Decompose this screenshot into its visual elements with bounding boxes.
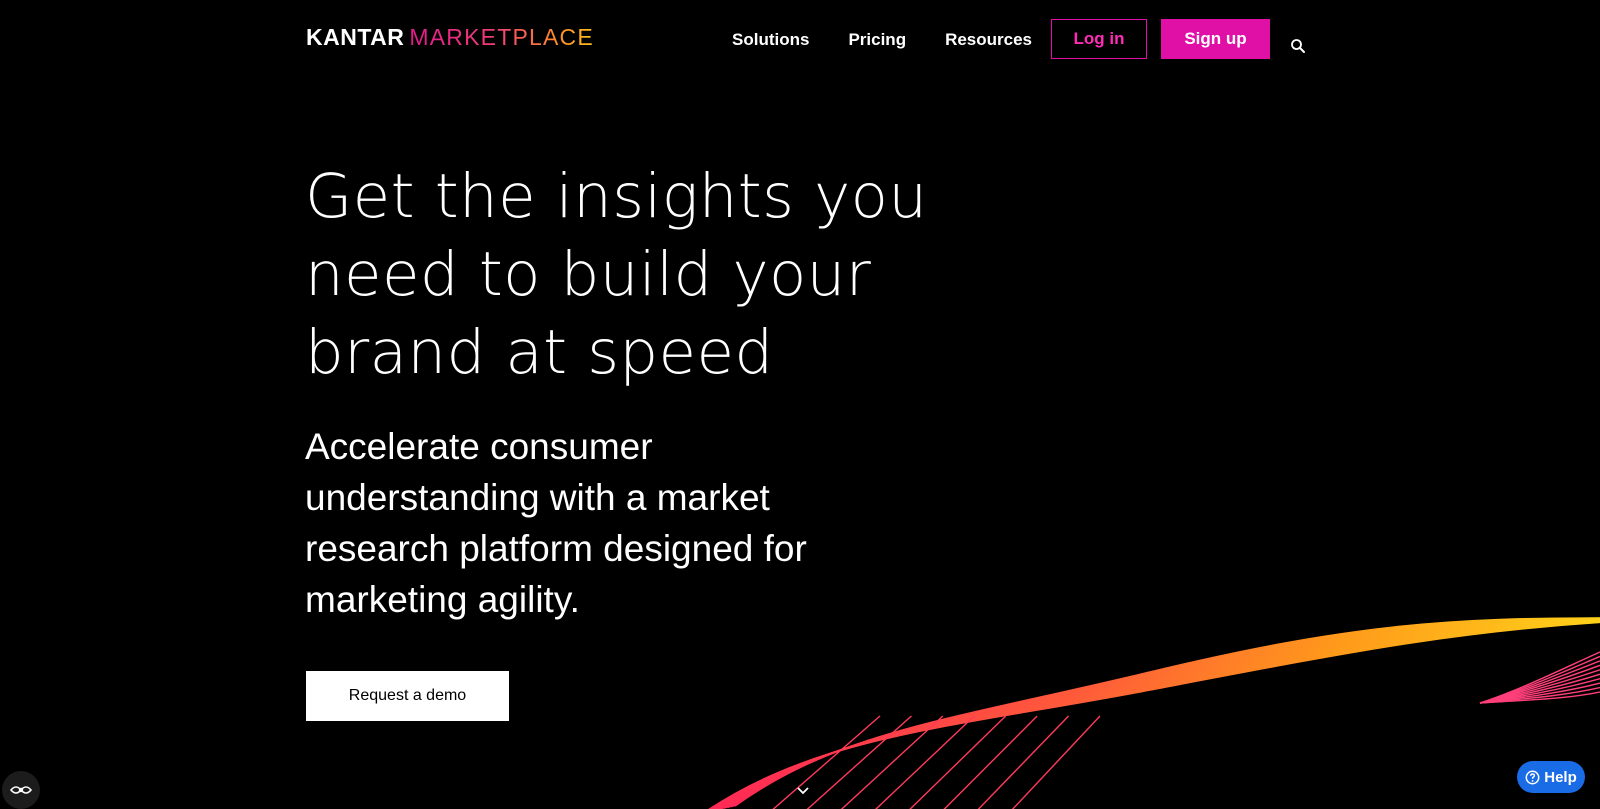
wave-line <box>734 617 1600 807</box>
login-button[interactable]: Log in <box>1051 19 1147 59</box>
wave-line <box>715 620 1600 809</box>
wave-line <box>718 619 1600 809</box>
wave-line <box>717 619 1600 809</box>
wave-edge-line <box>1479 691 1600 704</box>
accessibility-button[interactable] <box>2 771 40 809</box>
wave-line <box>716 619 1600 809</box>
help-button[interactable]: Help <box>1517 761 1585 793</box>
wave-edge-line <box>1479 651 1600 704</box>
wave-line <box>733 617 1600 807</box>
kantar-marketplace-logo[interactable]: KANTAR MARKETPLACE <box>306 24 594 51</box>
wave-line <box>727 618 1600 809</box>
wave-strand <box>977 715 1070 809</box>
accessibility-icon <box>9 786 33 794</box>
help-label: Help <box>1544 768 1577 786</box>
wave-line <box>720 619 1600 809</box>
wave-strand <box>1011 715 1101 809</box>
wave-edge-line <box>1479 669 1600 704</box>
wave-edge-line <box>1479 655 1600 704</box>
wave-line <box>712 620 1600 809</box>
wave-line <box>713 620 1600 809</box>
request-demo-button[interactable]: Request a demo <box>306 671 509 721</box>
wave-line <box>708 621 1600 809</box>
wave-line <box>709 621 1600 809</box>
wave-line <box>710 621 1600 809</box>
wave-strand <box>840 715 944 809</box>
wave-line <box>721 619 1600 809</box>
wave-edge-line <box>1479 660 1600 704</box>
wave-strand <box>772 715 881 809</box>
main-nav: Solutions Pricing Resources <box>732 30 1071 50</box>
wave-edge-line <box>1479 682 1600 704</box>
wave-line <box>714 620 1600 809</box>
logo-secondary-text: MARKETPLACE <box>409 24 594 50</box>
wave-line <box>730 617 1600 808</box>
wave-line <box>724 618 1600 809</box>
hero-title: Get the insights you need to build your … <box>305 161 928 388</box>
chevron-down-icon[interactable] <box>796 784 810 798</box>
nav-item-resources[interactable]: Resources <box>945 30 1032 50</box>
page: KANTAR MARKETPLACE Solutions Pricing Reso… <box>0 0 1600 809</box>
wave-edge-line <box>1479 673 1600 704</box>
signup-button[interactable]: Sign up <box>1161 19 1270 59</box>
wave-line <box>725 618 1600 809</box>
nav-item-pricing[interactable]: Pricing <box>848 30 906 50</box>
wave-strand <box>943 715 1038 809</box>
hero-subtitle: Accelerate consumer understanding with a… <box>305 426 807 620</box>
site-header: KANTAR MARKETPLACE Solutions Pricing Reso… <box>0 0 1600 80</box>
wave-line <box>728 618 1600 808</box>
wave-edge-line <box>1479 664 1600 704</box>
logo-primary-text: KANTAR <box>306 24 405 50</box>
wave-strand <box>909 715 1007 809</box>
wave-edge-line <box>1479 677 1600 704</box>
wave-strand <box>875 715 975 809</box>
wave-line <box>731 617 1600 808</box>
wave-strand <box>806 715 912 809</box>
wave-line <box>711 620 1600 809</box>
decorative-wave <box>708 617 1600 809</box>
search-icon[interactable] <box>1290 38 1306 54</box>
wave-edge-line <box>1479 686 1600 704</box>
nav-item-solutions[interactable]: Solutions <box>732 30 809 50</box>
wave-line <box>723 618 1600 809</box>
question-circle-icon <box>1525 770 1540 784</box>
